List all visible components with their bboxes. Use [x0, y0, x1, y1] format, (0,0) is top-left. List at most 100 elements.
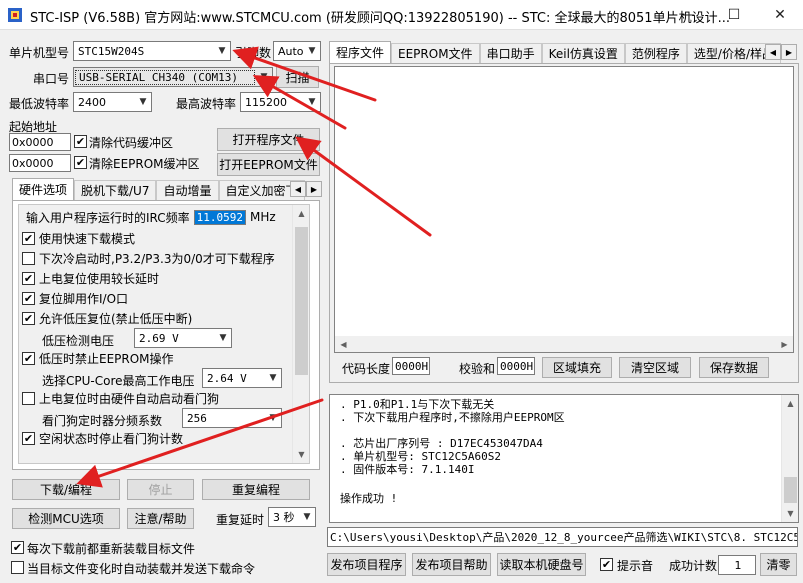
pin-count-select[interactable]: Auto ▼ — [273, 41, 321, 61]
clear-area-button[interactable]: 清空区域 — [619, 357, 691, 378]
checkbox[interactable] — [22, 251, 35, 265]
checkbox[interactable]: ✔ — [22, 291, 35, 305]
scrollbar-thumb[interactable] — [784, 477, 797, 503]
minimize-button[interactable]: — — [665, 0, 711, 30]
tab-offline-download[interactable]: 脱机下载/U7 — [74, 180, 157, 200]
read-disk-id-button[interactable]: 读取本机硬盘号 — [497, 553, 586, 576]
min-baud-select[interactable]: 2400 ▼ — [73, 92, 152, 112]
log-lines: . P1.0和P1.1与下次下载无关 . 下次下载用户程序时,不擦除用户EEPR… — [340, 398, 565, 505]
open-eeprom-file-button[interactable]: 打开EEPROM文件 — [217, 153, 320, 176]
code-start-address-input[interactable]: 0x0000 — [9, 133, 71, 151]
code-length-label: 代码长度 — [342, 362, 391, 376]
title-bar: STC-ISP (V6.58B) 官方网站:www.STCMCU.com (研发… — [0, 0, 803, 30]
serial-port-label: 串口号 — [33, 72, 70, 86]
scan-button[interactable]: 扫描 — [276, 66, 319, 88]
watchdog-divider-select[interactable]: 256 ▼ — [182, 408, 282, 428]
scroll-left-icon[interactable]: ◀ — [335, 336, 352, 352]
scroll-right-icon[interactable]: ▶ — [776, 336, 793, 352]
stop-button[interactable]: 停止 — [127, 479, 194, 500]
repeat-delay-select[interactable]: 3 秒 ▼ — [268, 507, 316, 527]
tab-serial-assistant[interactable]: 串口助手 — [479, 43, 542, 63]
irc-frequency-input[interactable]: 11.0592 — [193, 209, 247, 225]
option-label: 空闲状态时停止看门狗计数 — [39, 431, 184, 446]
hardware-options-scrollbar[interactable]: ▲ ▼ — [292, 205, 309, 463]
scrollbar-thumb[interactable] — [295, 227, 308, 375]
chevron-down-icon: ▼ — [219, 333, 227, 343]
chevron-down-icon: ▼ — [260, 72, 268, 82]
chevron-down-icon: ▼ — [269, 373, 277, 383]
irc-frequency-unit: MHz — [250, 210, 276, 224]
mcu-model-select[interactable]: STC15W204S ▼ — [73, 41, 231, 61]
auto-load-send-checkbox[interactable] — [11, 561, 24, 574]
open-program-file-button[interactable]: 打开程序文件 — [217, 128, 320, 151]
scroll-up-icon[interactable]: ▲ — [782, 395, 799, 412]
publish-project-button[interactable]: 发布项目程序 — [327, 553, 406, 576]
fill-area-button[interactable]: 区域填充 — [542, 357, 612, 378]
tab-scroll-right-icon[interactable]: ▶ — [781, 44, 797, 60]
checkbox[interactable]: ✔ — [22, 311, 35, 325]
option-long-reset-delay[interactable]: ✔ 上电复位使用较长延时 — [22, 268, 159, 288]
scroll-down-icon[interactable]: ▼ — [293, 446, 310, 463]
left-tab-strip: 硬件选项 脱机下载/U7 自动增量 自定义加密下 — [12, 178, 305, 200]
cpu-core-voltage-select[interactable]: 2.64 V ▼ — [202, 368, 282, 388]
clear-code-buffer-checkbox[interactable]: ✔ — [74, 135, 87, 148]
option-low-voltage-reset[interactable]: ✔ 允许低压复位(禁止低压中断) — [22, 308, 192, 328]
min-baud-label: 最低波特率 — [9, 97, 70, 111]
option-fast-download[interactable]: ✔ 使用快速下载模式 — [22, 228, 135, 248]
max-baud-label: 最高波特率 — [176, 97, 237, 111]
low-voltage-detect-select[interactable]: 2.69 V ▼ — [134, 328, 232, 348]
log-output[interactable]: . P1.0和P1.1与下次下载无关 . 下次下载用户程序时,不擦除用户EEPR… — [329, 394, 799, 523]
tab-example-programs[interactable]: 范例程序 — [624, 43, 687, 63]
option-label: 低压时禁止EEPROM操作 — [39, 351, 174, 366]
tab-keil-settings[interactable]: Keil仿真设置 — [541, 43, 625, 63]
checkbox[interactable]: ✔ — [22, 351, 35, 365]
max-baud-select[interactable]: 115200 ▼ — [240, 92, 321, 112]
tab-scroll-left-icon[interactable]: ◀ — [290, 181, 306, 197]
clear-eeprom-buffer-label: 清除EEPROM缓冲区 — [89, 157, 200, 171]
serial-port-select[interactable]: USB-SERIAL CH340 (COM13) ▼ — [73, 67, 273, 87]
file-path-field[interactable]: C:\Users\yousi\Desktop\产品\2020_12_8_your… — [327, 527, 798, 547]
option-hardware-watchdog[interactable]: 上电复位时由硬件自动启动看门狗 — [22, 388, 219, 408]
notes-help-button[interactable]: 注意/帮助 — [127, 508, 194, 529]
tab-eeprom-file[interactable]: EEPROM文件 — [391, 43, 480, 63]
scroll-up-icon[interactable]: ▲ — [293, 205, 310, 222]
chevron-down-icon: ▼ — [308, 46, 316, 56]
chevron-down-icon: ▼ — [139, 97, 147, 107]
clear-eeprom-buffer-checkbox[interactable]: ✔ — [74, 156, 87, 169]
option-idle-stop-watchdog[interactable]: ✔ 空闲状态时停止看门狗计数 — [22, 428, 183, 448]
checkbox[interactable]: ✔ — [22, 271, 35, 285]
download-program-button[interactable]: 下载/编程 — [12, 479, 120, 500]
tab-program-file[interactable]: 程序文件 — [329, 41, 392, 63]
log-line: . P1.0和P1.1与下次下载无关 — [340, 398, 495, 411]
maximize-button[interactable]: ☐ — [711, 0, 757, 30]
save-data-button[interactable]: 保存数据 — [699, 357, 769, 378]
eeprom-start-address-input[interactable]: 0x0000 — [9, 154, 71, 172]
checkbox[interactable] — [22, 391, 35, 405]
option-p32-p33[interactable]: 下次冷启动时,P3.2/P3.3为0/0才可下载程序 — [22, 248, 275, 268]
tab-scroll-left-icon[interactable]: ◀ — [765, 44, 781, 60]
checkbox[interactable]: ✔ — [22, 431, 35, 445]
window-title: STC-ISP (V6.58B) 官方网站:www.STCMCU.com (研发… — [30, 11, 730, 26]
option-label: 复位脚用作I/O口 — [39, 291, 129, 306]
repeat-program-button[interactable]: 重复编程 — [202, 479, 310, 500]
checkbox[interactable]: ✔ — [22, 231, 35, 245]
repeat-delay-label: 重复延时 — [216, 513, 265, 527]
option-low-voltage-eeprom[interactable]: ✔ 低压时禁止EEPROM操作 — [22, 348, 174, 368]
detect-mcu-options-button[interactable]: 检测MCU选项 — [12, 508, 120, 529]
log-scrollbar[interactable]: ▲ ▼ — [781, 395, 798, 522]
scroll-down-icon[interactable]: ▼ — [782, 505, 799, 522]
tab-auto-increment[interactable]: 自动增量 — [156, 180, 219, 200]
hex-view-hscrollbar[interactable]: ◀ ▶ — [335, 336, 793, 352]
reload-before-download-checkbox[interactable]: ✔ — [11, 541, 24, 554]
tab-scroll-right-icon[interactable]: ▶ — [306, 181, 322, 197]
hex-data-view[interactable] — [334, 66, 794, 353]
close-button[interactable]: ✕ — [757, 0, 803, 30]
watchdog-divider-label: 看门狗定时器分频系数 — [42, 414, 163, 428]
option-reset-as-io[interactable]: ✔ 复位脚用作I/O口 — [22, 288, 128, 308]
tab-hardware-options[interactable]: 硬件选项 — [12, 178, 75, 200]
beep-checkbox[interactable]: ✔ — [600, 558, 613, 571]
log-line: . 固件版本号: 7.1.140I — [340, 463, 475, 476]
publish-help-button[interactable]: 发布项目帮助 — [412, 553, 491, 576]
clear-count-button[interactable]: 清零 — [760, 553, 797, 576]
